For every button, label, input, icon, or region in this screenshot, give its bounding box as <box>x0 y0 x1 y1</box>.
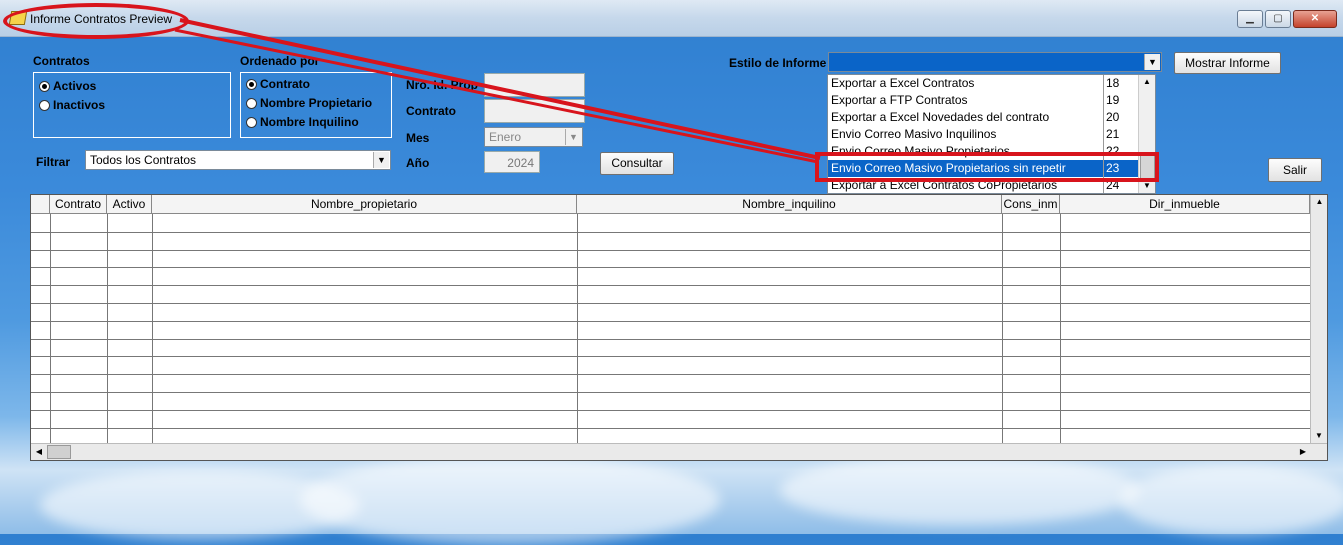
annotation-arrow <box>174 18 821 164</box>
